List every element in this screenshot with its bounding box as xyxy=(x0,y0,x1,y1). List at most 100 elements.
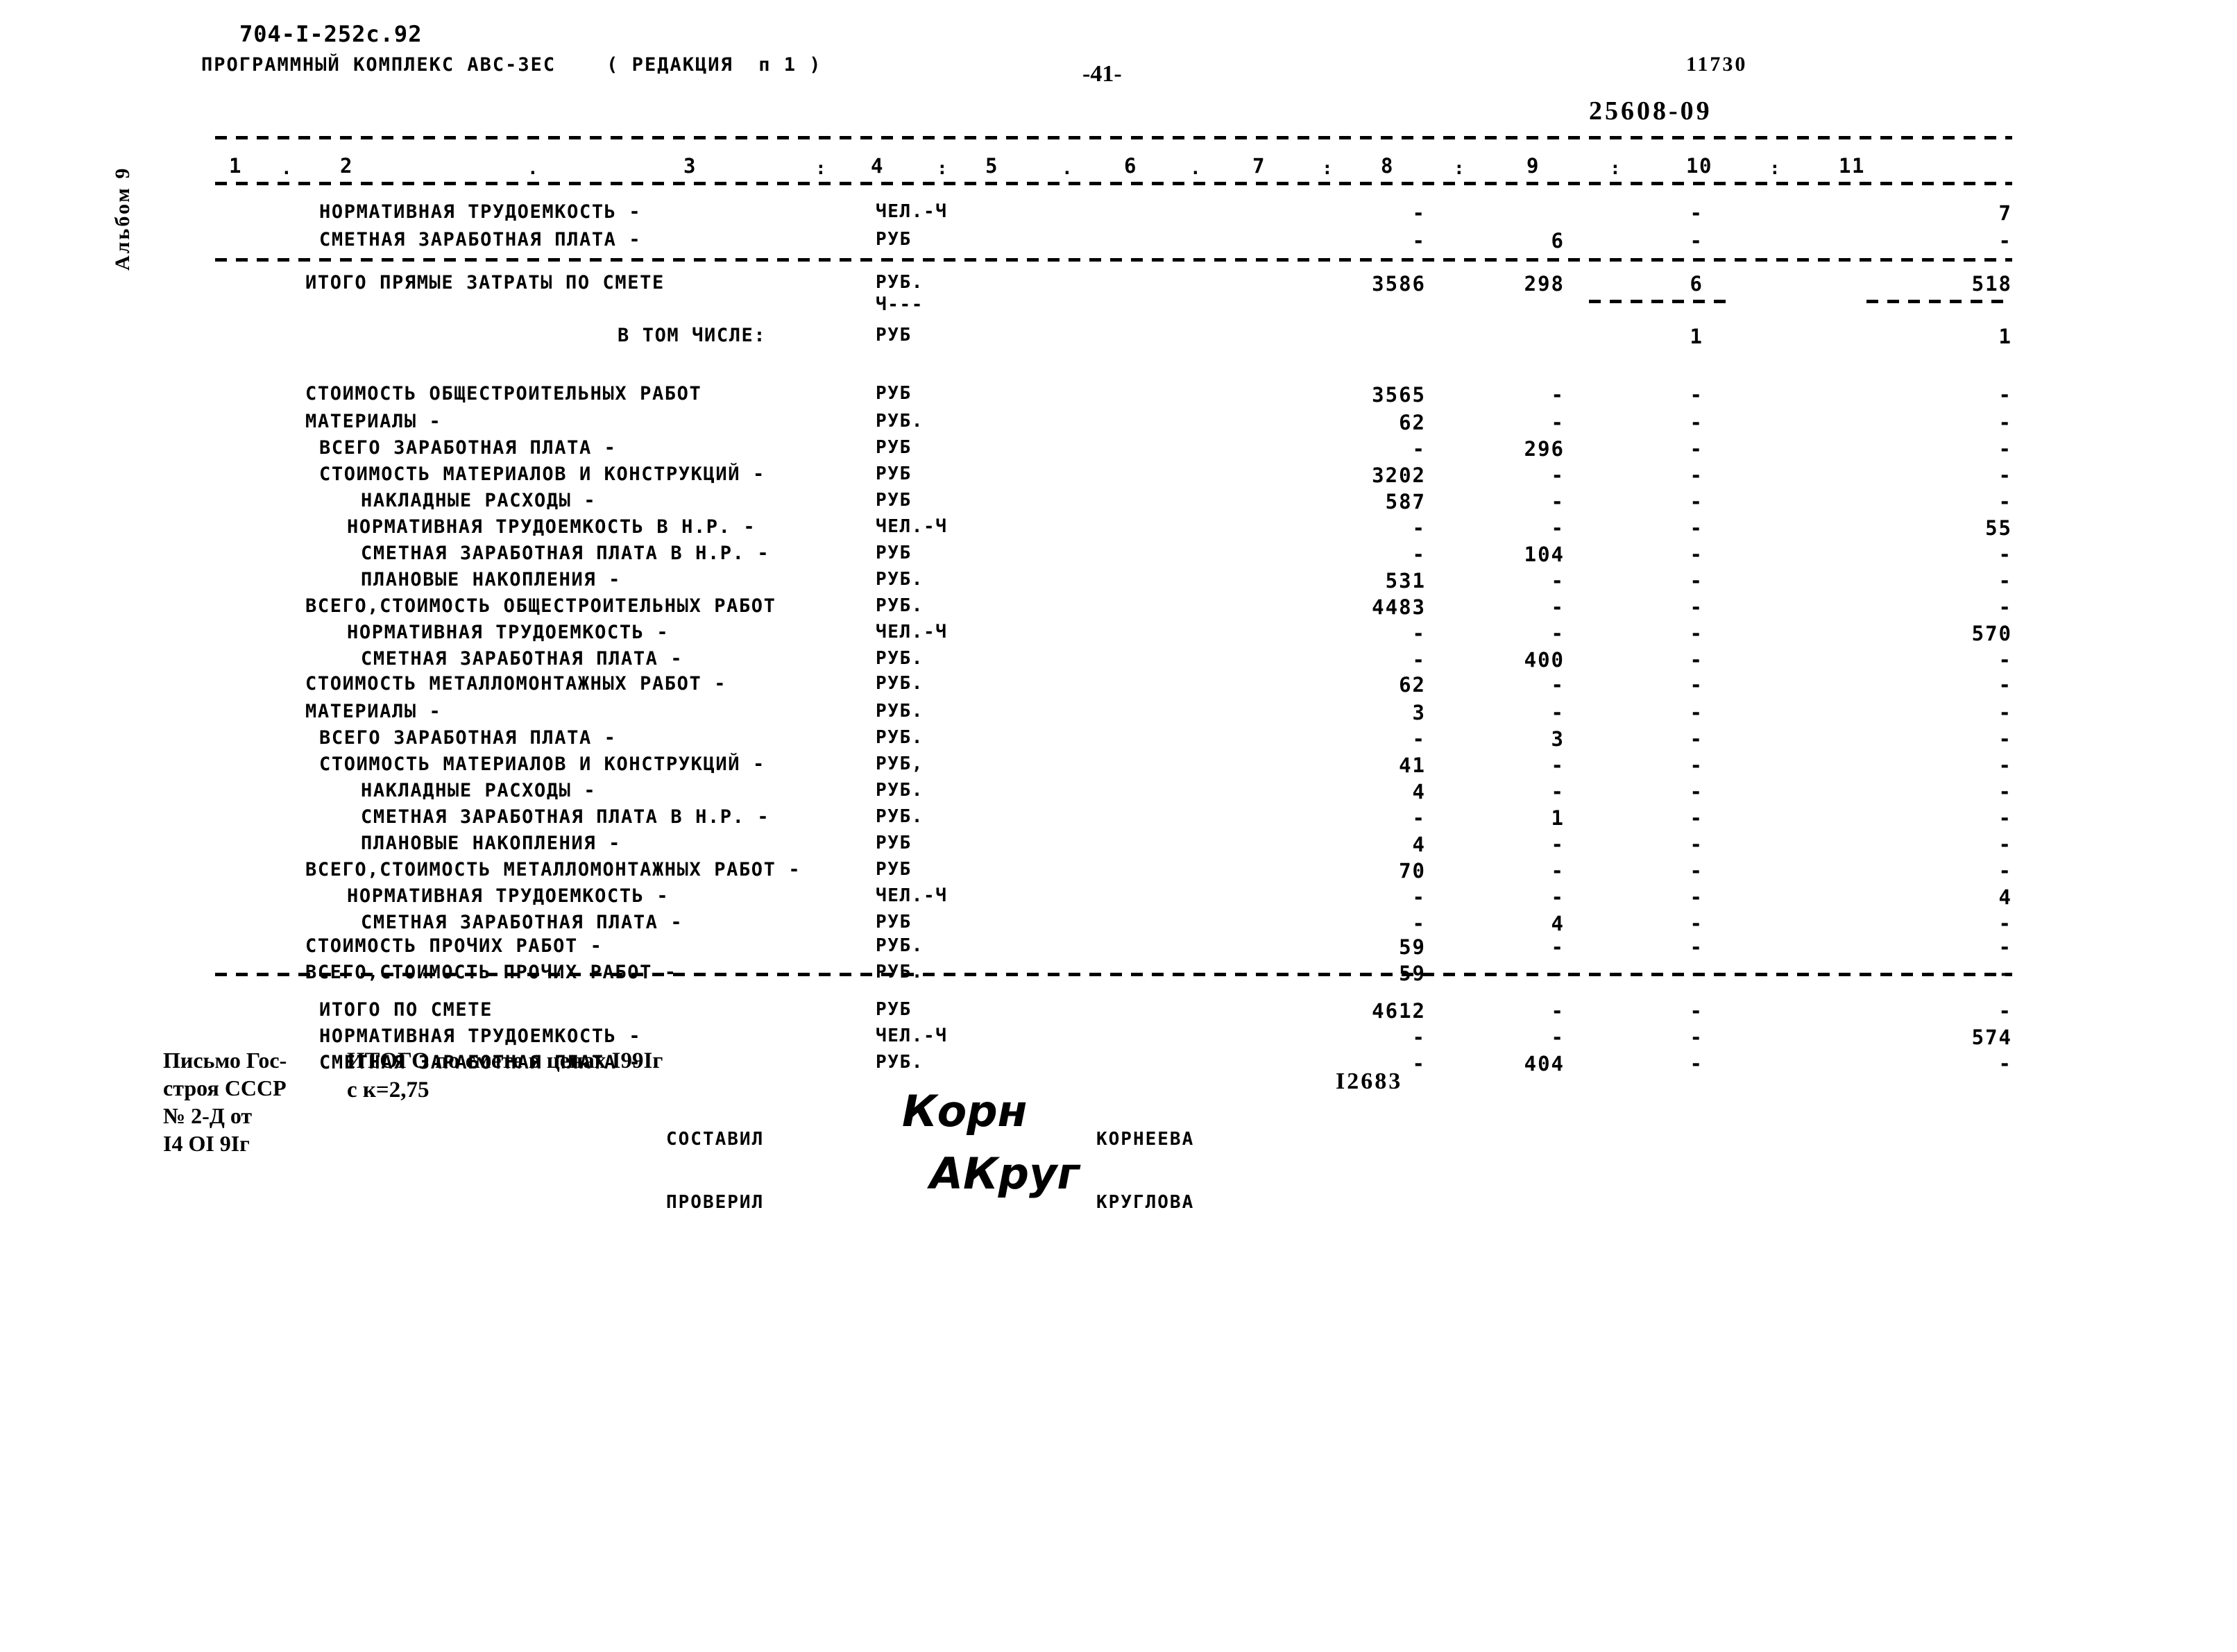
row-unit: РУБ. xyxy=(876,701,924,722)
cell-c11: 4 xyxy=(1998,885,2012,909)
cell-c9: - xyxy=(1690,229,1703,253)
compiled-by-role: СОСТАВИЛ xyxy=(666,1129,765,1150)
cell-c7: - xyxy=(1412,201,1426,225)
row-unit: РУБ xyxy=(876,463,912,484)
column-separator: : xyxy=(1610,158,1622,179)
program-complex-line: ПРОГРАММНЫЙ КОМПЛЕКС АВС-3ЕС ( РЕДАКЦИЯ … xyxy=(201,54,822,76)
cell-c9: - xyxy=(1690,201,1703,225)
cell-c11: - xyxy=(1998,463,2012,487)
row-unit: РУБ. xyxy=(876,648,924,669)
row-unit: ЧЕЛ.-Ч xyxy=(876,622,948,642)
compiled-by-name: КОРНЕЕВА xyxy=(1096,1129,1195,1150)
column-number-8: 8 xyxy=(1381,154,1394,178)
column-number-9: 9 xyxy=(1526,154,1540,178)
cell-c9: - xyxy=(1690,780,1703,803)
cell-c9: - xyxy=(1690,912,1703,935)
cell-c11: - xyxy=(1998,999,2012,1023)
row-label: СТОИМОСТЬ ОБЩЕСТРОИТЕЛЬНЫХ РАБОТ xyxy=(305,383,702,405)
cell-c11: - xyxy=(1998,780,2012,803)
cell-c9: - xyxy=(1690,595,1703,619)
column-separator: . xyxy=(527,158,540,179)
cell-c11: - xyxy=(1998,569,2012,593)
cell-c9: - xyxy=(1690,753,1703,777)
cell-c11: 570 xyxy=(1971,622,2012,645)
row-unit: РУБ, xyxy=(876,753,924,774)
cell-c9: - xyxy=(1690,490,1703,513)
rule-col11-subtotal xyxy=(1866,300,2009,303)
row-label: СМЕТНАЯ ЗАРАБОТНАЯ ПЛАТА В Н.Р. - xyxy=(361,543,770,564)
gosstroy-letter-note: Письмо Гос- строя СССР № 2-Д от I4 OI 9I… xyxy=(163,1048,287,1156)
cell-c11: - xyxy=(1998,1052,2012,1075)
cell-c11: - xyxy=(1998,543,2012,566)
row-label: СМЕТНАЯ ЗАРАБОТНАЯ ПЛАТА - xyxy=(319,229,642,250)
row-label: НОРМАТИВНАЯ ТРУДОЕМКОСТЬ - xyxy=(347,622,670,643)
row-unit: РУБ xyxy=(876,999,912,1020)
table-top-rule xyxy=(215,136,2012,139)
row-unit: РУБ xyxy=(876,543,912,563)
cell-c11: 1 xyxy=(1998,325,2012,348)
cell-c9: - xyxy=(1690,1025,1703,1049)
cell-c9: - xyxy=(1690,383,1703,407)
cell-c11: - xyxy=(1998,437,2012,461)
row-unit: РУБ. xyxy=(876,962,924,982)
column-number-10: 10 xyxy=(1686,154,1712,178)
row-label: СМЕТНАЯ ЗАРАБОТНАЯ ПЛАТА В Н.Р. - xyxy=(361,806,770,828)
row-unit: РУБ. xyxy=(876,806,924,827)
row-unit: ЧЕЛ.-Ч xyxy=(876,1025,948,1046)
compiled-by-signature: Корн xyxy=(902,1086,1028,1136)
row-unit: РУБ. xyxy=(876,673,924,694)
cell-c9: - xyxy=(1690,885,1703,909)
row-label: НОРМАТИВНАЯ ТРУДОЕМКОСТЬ В Н.Р. - xyxy=(347,516,756,538)
cell-c9: - xyxy=(1690,648,1703,672)
column-separator: . xyxy=(1062,158,1074,179)
cell-c11: - xyxy=(1998,229,2012,253)
row-unit: РУБ. xyxy=(876,272,924,293)
row-unit: РУБ. xyxy=(876,1052,924,1073)
cell-c9: - xyxy=(1690,516,1703,540)
row-unit: РУБ. xyxy=(876,935,924,956)
cell-c11: - xyxy=(1998,833,2012,856)
column-number-5: 5 xyxy=(985,154,998,178)
column-number-3: 3 xyxy=(683,154,697,178)
cell-c11: 518 xyxy=(1971,272,2012,296)
cell-c11: 7 xyxy=(1998,201,2012,225)
rule-before-grand-total xyxy=(215,973,2012,976)
cell-c9: - xyxy=(1690,1052,1703,1075)
row-label: ИТОГО ПО СМЕТЕ xyxy=(319,999,493,1021)
page-number: -41- xyxy=(1082,61,1122,87)
column-separator: : xyxy=(937,158,949,179)
row-label: ПЛАНОВЫЕ НАКОПЛЕНИЯ - xyxy=(361,833,621,854)
cell-c9: - xyxy=(1690,701,1703,724)
column-number-6: 6 xyxy=(1124,154,1137,178)
row-label: ВСЕГО,СТОИМОСТЬ ОБЩЕСТРОИТЕЛЬНЫХ РАБОТ xyxy=(305,595,776,617)
cell-c9: - xyxy=(1690,935,1703,959)
row-label: ВСЕГО ЗАРАБОТНАЯ ПЛАТА - xyxy=(319,437,617,459)
cell-c11: - xyxy=(1998,806,2012,830)
cell-c9: - xyxy=(1690,999,1703,1023)
document-page: 704-I-252c.92 ПРОГРАММНЫЙ КОМПЛЕКС АВС-3… xyxy=(0,0,2237,1652)
checked-by-name: КРУГЛОВА xyxy=(1096,1192,1195,1213)
column-separator: : xyxy=(815,158,828,179)
row-label: НАКЛАДНЫЕ РАСХОДЫ - xyxy=(361,780,597,801)
column-number-7: 7 xyxy=(1252,154,1266,178)
row-label: ВСЕГО ЗАРАБОТНАЯ ПЛАТА - xyxy=(319,727,617,749)
row-unit: РУБ. xyxy=(876,569,924,590)
row-unit: РУБ xyxy=(876,490,912,511)
column-separator: : xyxy=(1322,158,1334,179)
table-header-rule xyxy=(215,182,2012,185)
rule-col9-subtotal xyxy=(1589,300,1728,303)
column-number-2: 2 xyxy=(340,154,353,178)
row-unit: РУБ xyxy=(876,859,912,880)
estimate-document-number: 25608-09 xyxy=(1589,96,1712,126)
cell-c11: - xyxy=(1998,648,2012,672)
total-1991-value: I2683 xyxy=(1336,1068,1403,1094)
row-label: СТОИМОСТЬ МАТЕРИАЛОВ И КОНСТРУКЦИЙ - xyxy=(319,463,765,485)
column-separator: . xyxy=(1190,158,1202,179)
row-label: ИТОГО ПРЯМЫЕ ЗАТРАТЫ ПО СМЕТЕ xyxy=(305,272,665,293)
row-label: СТОИМОСТЬ ПРОЧИХ РАБОТ - xyxy=(305,935,603,957)
row-label: МАТЕРИАЛЫ - xyxy=(305,701,442,722)
document-code: 704-I-252c.92 xyxy=(239,21,423,47)
row-unit: ЧЕЛ.-Ч xyxy=(876,201,948,222)
row-label: НОРМАТИВНАЯ ТРУДОЕМКОСТЬ - xyxy=(347,885,670,907)
cell-c9: - xyxy=(1690,833,1703,856)
